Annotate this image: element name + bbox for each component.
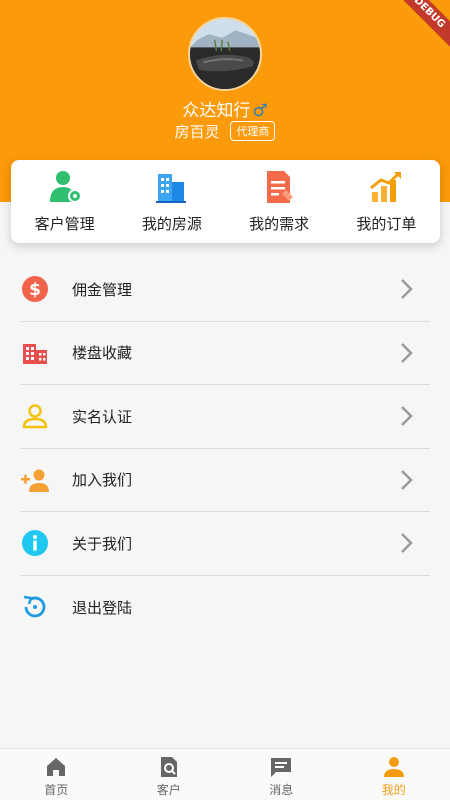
avatar[interactable] [188,17,262,91]
dollar-icon: $ [20,274,50,304]
quick-action-label: 我的房源 [141,215,202,233]
male-gender-icon: ♂ [252,101,268,121]
customer-search-icon [160,757,177,777]
menu-item-label: 楼盘收藏 [72,344,133,363]
debug-banner: DEBUG [383,0,450,59]
chevron-right-icon [401,406,413,427]
customer-manage-icon [49,171,82,203]
add-person-icon [20,465,50,495]
chevron-right-icon [401,533,413,554]
quick-action-label: 我的订单 [356,215,417,233]
quick-action-customer-manage[interactable]: 客户管理 [11,160,118,243]
menu-item-label: 退出登陆 [72,598,133,617]
svg-text:$: $ [29,280,41,300]
menu-list: $ 佣金管理 楼盘收藏 实名认证 加入我们 关于我们 退出登陆 [20,258,430,639]
username-row: 众达知行 ♂ [0,96,450,121]
menu-item-commission[interactable]: $ 佣金管理 [20,258,430,322]
person-outline-icon [20,401,50,431]
chevron-right-icon [401,342,413,363]
menu-item-label: 加入我们 [72,471,133,490]
growth-chart-icon [370,171,402,202]
menu-item-label: 实名认证 [72,407,133,426]
menu-item-label: 佣金管理 [72,280,133,299]
tab-label: 消息 [269,783,294,797]
username: 众达知行 [182,101,251,121]
tab-home[interactable]: 首页 [0,749,113,800]
logout-refresh-icon [20,592,50,622]
info-icon [20,528,50,558]
menu-item-label: 关于我们 [72,534,133,553]
tab-label: 我的 [381,783,406,797]
menu-item-about-us[interactable]: 关于我们 [20,512,430,576]
menu-item-verification[interactable]: 实名认证 [20,385,430,449]
real-name: 房百灵 [174,123,220,141]
quick-action-my-listings[interactable]: 我的房源 [118,160,225,243]
tab-mine[interactable]: 我的 [338,749,450,800]
chevron-right-icon [401,279,413,300]
home-icon [47,758,66,776]
role-badge: 代理商 [230,121,276,141]
quick-action-my-orders[interactable]: 我的订单 [333,160,440,243]
tab-customers[interactable]: 客户 [113,749,226,800]
menu-item-logout[interactable]: 退出登陆 [20,576,430,640]
menu-item-join-us[interactable]: 加入我们 [20,449,430,512]
person-icon [383,757,404,777]
buildings-icon [20,338,50,368]
bottom-tab-bar: 首页 客户 消息 我的 [0,748,450,800]
document-edit-icon [267,171,294,203]
building-icon [155,174,186,203]
tab-label: 客户 [156,783,181,797]
menu-item-favorites[interactable]: 楼盘收藏 [20,322,430,385]
quick-actions-card: 客户管理 我的房源 我的需求 我的订单 [11,160,440,243]
chevron-right-icon [401,469,413,490]
quick-action-label: 客户管理 [34,215,95,233]
tab-label: 首页 [44,783,69,797]
name-role-row: 房百灵 代理商 [0,121,450,142]
quick-action-my-needs[interactable]: 我的需求 [226,160,333,243]
quick-action-label: 我的需求 [249,215,310,233]
tab-messages[interactable]: 消息 [225,749,338,800]
message-icon [271,758,292,777]
